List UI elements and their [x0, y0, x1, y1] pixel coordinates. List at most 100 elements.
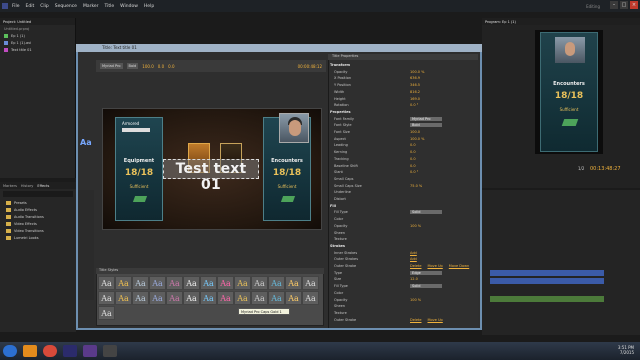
minimize-icon[interactable]: – [610, 1, 618, 9]
property-value[interactable]: 100 % [410, 224, 421, 228]
zoom-level[interactable]: 1/2 [578, 166, 584, 171]
video-clip[interactable] [490, 270, 604, 276]
property-row[interactable]: Fill Type Solid [330, 209, 476, 215]
title-style-swatch[interactable]: Aa [183, 291, 200, 305]
title-style-swatch[interactable]: Aa [98, 291, 115, 305]
title-timecode[interactable]: 00:00:48:12 [298, 64, 322, 69]
property-value[interactable]: 100.0 % [410, 137, 424, 141]
property-value[interactable]: Myriad Pro [410, 116, 442, 121]
property-value[interactable]: Delete [410, 264, 422, 268]
project-item[interactable]: Ep 1 (1) [0, 32, 75, 39]
title-style-swatch[interactable]: Aa [200, 276, 217, 290]
property-value[interactable]: 0.0 [410, 164, 416, 168]
effects-folder[interactable]: Video Transitions [0, 227, 76, 234]
text-tool-icon[interactable]: Aa [80, 138, 94, 150]
property-value[interactable]: Edge [410, 270, 442, 275]
property-row[interactable]: Font Style Bold [330, 122, 476, 128]
title-style-swatch[interactable]: Aa [149, 291, 166, 305]
tracking-value[interactable]: 0.0 [168, 64, 174, 69]
property-value[interactable]: 0.0 ° [410, 103, 418, 107]
menu-sequence[interactable]: Sequence [55, 4, 77, 9]
property-value[interactable]: 0.0 ° [410, 170, 418, 174]
title-style-swatch[interactable]: Aa [183, 276, 200, 290]
workspace-label[interactable]: Editing [586, 4, 600, 9]
property-row[interactable]: Slant 0.0 ° [330, 169, 476, 175]
maximize-icon[interactable]: □ [620, 1, 628, 9]
title-style-swatch[interactable]: Aa [302, 276, 319, 290]
property-value[interactable]: Bold [410, 123, 442, 128]
effects-folder[interactable]: Video Effects [0, 220, 76, 227]
property-row[interactable]: Outer Stroke Delete Move Up [330, 317, 476, 323]
property-action[interactable]: Move Up [428, 264, 443, 268]
program-timecode[interactable]: 00:13:48:27 [590, 166, 621, 172]
title-style-swatch[interactable]: Aa [166, 276, 183, 290]
title-style-swatch[interactable]: Aa [98, 276, 115, 290]
property-row[interactable]: Outer Strokes Add [330, 256, 476, 262]
property-row[interactable]: Width 816.2 [330, 89, 476, 95]
title-style-swatch[interactable]: Aa [268, 276, 285, 290]
clock[interactable]: 3:51 PM 7/2015 [618, 345, 634, 355]
tab-program[interactable]: Program: Ep 1 (1) [485, 20, 516, 24]
property-value[interactable]: 636.9 [410, 76, 420, 80]
property-value[interactable]: Solid [410, 210, 442, 215]
title-style-swatch[interactable]: Aa [166, 291, 183, 305]
menu-edit[interactable]: Edit [26, 4, 35, 9]
title-style-swatch[interactable]: Aa [251, 291, 268, 305]
property-row[interactable]: Small Caps Size 75.0 % [330, 183, 476, 189]
property-value[interactable]: 75.0 % [410, 184, 422, 188]
effects-folder[interactable]: Audio Transitions [0, 213, 76, 220]
explorer-icon[interactable] [23, 345, 37, 357]
property-row[interactable]: Font Size 100.0 [330, 129, 476, 135]
font-family-select[interactable]: Myriad Pro [100, 63, 123, 69]
property-row[interactable]: Strokes [330, 243, 476, 249]
title-style-swatch[interactable]: Aa [251, 276, 268, 290]
property-row[interactable]: Opacity 100.0 % [330, 69, 476, 75]
title-style-swatch[interactable]: Aa [285, 291, 302, 305]
property-row[interactable]: Rotation 0.0 ° [330, 102, 476, 108]
property-value[interactable]: Solid [410, 284, 442, 289]
start-icon[interactable] [3, 345, 17, 357]
effects-folder[interactable]: Lumetri Looks [0, 234, 76, 241]
property-row[interactable]: X Position 636.9 [330, 75, 476, 81]
property-row[interactable]: Leading 0.0 [330, 142, 476, 148]
property-row[interactable]: Sheen [330, 303, 476, 309]
property-row[interactable]: Tracking 0.0 [330, 156, 476, 162]
property-value[interactable]: 0.0 [410, 150, 416, 154]
audio-clip[interactable] [490, 296, 604, 302]
effects-folder[interactable]: Audio Effects [0, 206, 76, 213]
property-value[interactable]: 816.2 [410, 90, 420, 94]
property-row[interactable]: Font Family Myriad Pro [330, 116, 476, 122]
menu-title[interactable]: Title [105, 4, 115, 9]
property-value[interactable]: Add [410, 251, 417, 255]
text-object[interactable]: Test text 01 [163, 159, 259, 193]
property-row[interactable]: Texture [330, 310, 476, 316]
title-style-swatch[interactable]: Aa [217, 291, 234, 305]
media-encoder-icon[interactable] [83, 345, 97, 357]
title-style-swatch[interactable]: Aa [200, 291, 217, 305]
property-row[interactable]: Opacity 100 % [330, 297, 476, 303]
chrome-icon[interactable] [43, 345, 57, 357]
title-style-swatch[interactable]: Aa [149, 276, 166, 290]
title-style-swatch[interactable]: Aa [234, 291, 251, 305]
property-value[interactable]: 100.0 % [410, 70, 424, 74]
project-item[interactable]: Text title 01 [0, 46, 75, 53]
property-row[interactable]: Transform [330, 62, 476, 68]
tab-markers[interactable]: Markers [3, 184, 17, 188]
font-style-select[interactable]: Bold [126, 63, 139, 69]
tab-effects[interactable]: Effects [37, 184, 49, 188]
menu-clip[interactable]: Clip [40, 4, 49, 9]
y-value[interactable]: 0.0 [158, 64, 164, 69]
property-row[interactable]: Aspect 100.0 % [330, 136, 476, 142]
property-row[interactable]: Baseline Shift 0.0 [330, 163, 476, 169]
property-value[interactable]: 0.0 [410, 157, 416, 161]
title-window-titlebar[interactable]: Title: Text title 01 [76, 44, 482, 52]
property-value[interactable]: 100.0 [410, 130, 420, 134]
property-value[interactable]: Delete [410, 318, 422, 322]
property-row[interactable]: Fill [330, 203, 476, 209]
property-row[interactable]: Texture [330, 236, 476, 242]
property-row[interactable]: Kerning 0.0 [330, 149, 476, 155]
title-style-swatch[interactable]: Aa [132, 276, 149, 290]
property-row[interactable]: Small Caps [330, 176, 476, 182]
title-style-swatch[interactable]: Aa [217, 276, 234, 290]
video-clip[interactable] [490, 278, 604, 284]
